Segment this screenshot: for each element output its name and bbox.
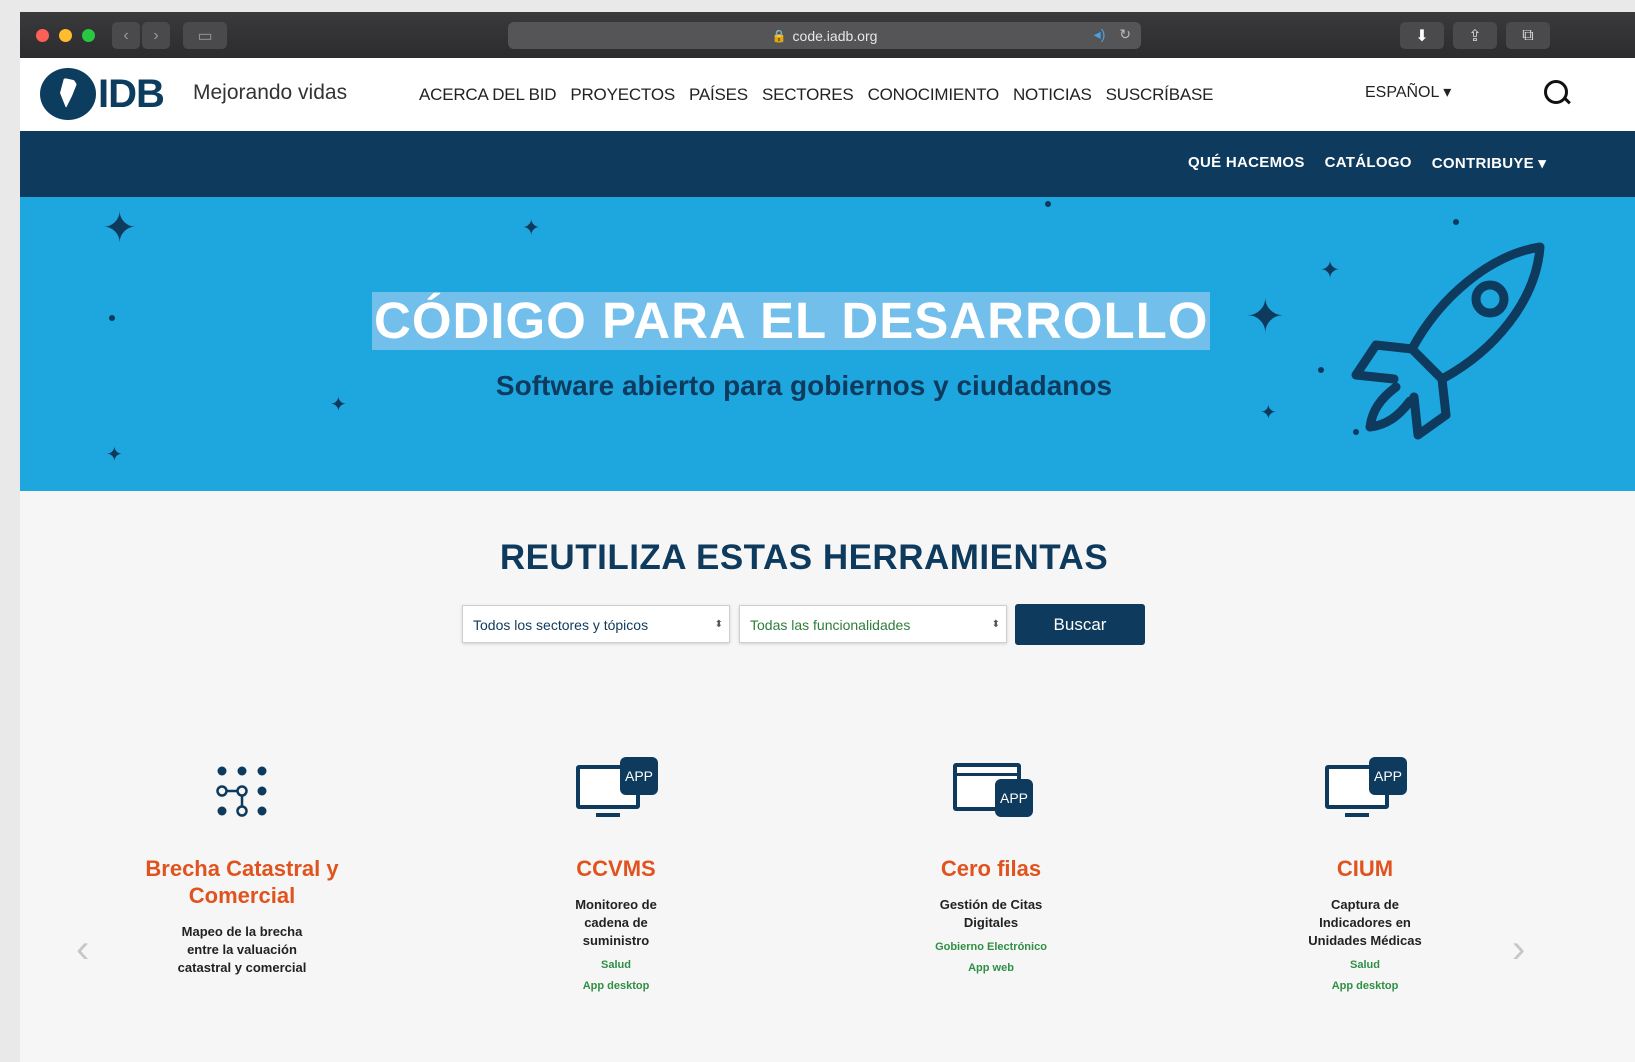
reload-icon[interactable]: ↻ [1119,26,1131,42]
sector-select[interactable]: Todos los sectores y tópicos ⬍ [462,605,730,643]
card-description: Mapeo de la brecha entre la valuación ca… [177,924,307,975]
nav-sectores[interactable]: SECTORES [762,85,854,105]
function-select[interactable]: Todas las funcionalidades ⬍ [739,605,1007,643]
star-dot-icon [109,315,115,321]
main-nav: ACERCA DEL BID PROYECTOS PAÍSES SECTORES… [419,85,1213,105]
subnav-contribuye[interactable]: CONTRIBUYE ▾ [1432,154,1546,172]
downloads-button[interactable]: ⬇ [1400,22,1444,49]
tool-card[interactable]: APP Cero filas Gestión de Citas Digitale… [871,757,1111,974]
sparkle-icon: ✦ [1320,257,1341,284]
back-button[interactable]: ‹ [112,22,140,49]
sector-select-value: Todos los sectores y tópicos [473,617,649,633]
updown-arrows-icon: ⬍ [991,619,1000,630]
app-badge: APP [620,757,658,795]
minimize-window-button[interactable] [59,29,72,42]
web-app-icon: APP [871,757,1111,827]
chevron-right-icon: › [153,26,159,44]
card-description: Gestión de Citas Digitales [939,897,1043,930]
browser-titlebar: ‹ › ▭ 🔒 code.iadb.org ◂) ↻ ⬇ ⇪ ⧉ [20,12,1635,58]
secondary-nav: QUÉ HACEMOS CATÁLOGO CONTRIBUYE ▾ [20,131,1635,197]
url-text: code.iadb.org [792,27,878,44]
desktop-app-icon: APP [496,757,736,827]
sparkle-icon: ✦ [522,215,541,240]
card-type-tag[interactable]: App desktop [1245,980,1485,992]
nav-paises[interactable]: PAÍSES [689,85,748,105]
share-icon: ⇪ [1468,27,1482,45]
browser-window: ‹ › ▭ 🔒 code.iadb.org ◂) ↻ ⬇ ⇪ ⧉ IDB Mej… [20,12,1635,1062]
subnav-que-hacemos[interactable]: QUÉ HACEMOS [1188,154,1305,172]
card-type-tag[interactable]: App web [871,962,1111,974]
app-badge: APP [1369,757,1407,795]
function-select-value: Todas las funcionalidades [750,617,911,633]
section-title: REUTILIZA ESTAS HERRAMIENTAS [499,538,1109,577]
sidebar-icon: ▭ [197,27,213,45]
sparkle-icon: ✦ [1246,290,1285,342]
tabs-overview-button[interactable]: ⧉ [1506,22,1550,49]
rocket-icon [1351,242,1545,440]
hero-banner: ✦ ✦ ✦ ✦ ✦ ✦ ✦ CÓDIGO PARA EL DESARROLLO … [20,197,1635,491]
nav-proyectos[interactable]: PROYECTOS [570,85,675,105]
sidebar-toggle-button[interactable]: ▭ [183,22,227,49]
close-window-button[interactable] [36,29,49,42]
card-description: Captura de Indicadores en Unidades Médic… [1308,897,1422,948]
search-icon[interactable] [1544,80,1568,104]
tagline: Mejorando vidas [193,81,348,104]
sparkle-icon: ✦ [102,204,138,251]
nav-conocimiento[interactable]: CONOCIMIENTO [868,85,1000,105]
app-badge: APP [995,779,1033,817]
search-button[interactable]: Buscar [1015,604,1145,645]
download-icon: ⬇ [1415,27,1429,45]
site-header: IDB Mejorando vidas ACERCA DEL BID PROYE… [20,58,1635,131]
card-type-tag[interactable]: App desktop [496,980,736,992]
tabs-icon: ⧉ [1522,26,1534,44]
updown-arrows-icon: ⬍ [714,619,723,630]
address-bar[interactable]: 🔒 code.iadb.org ◂) ↻ [508,22,1141,49]
tool-card[interactable]: Brecha Catastral y Comercial Mapeo de la… [122,757,362,977]
logo-text: IDB [98,71,165,116]
share-button[interactable]: ⇪ [1453,22,1497,49]
star-dot-icon [1453,219,1459,225]
subnav-catalogo[interactable]: CATÁLOGO [1325,154,1412,172]
card-sector-tag[interactable]: Salud [496,959,736,971]
maximize-window-button[interactable] [82,29,95,42]
card-sector-tag[interactable]: Gobierno Electrónico [871,941,1111,953]
star-dot-icon [1045,201,1051,207]
language-selector[interactable]: ESPAÑOL ▾ [1365,82,1451,102]
card-title[interactable]: Cero filas [871,855,1111,882]
tool-card[interactable]: APP CIUM Captura de Indicadores en Unida… [1245,757,1485,992]
globe-logo-icon [40,68,96,120]
tool-card[interactable]: APP CCVMS Monitoreo de cadena de suminis… [496,757,736,992]
card-title[interactable]: CIUM [1245,855,1485,882]
nav-noticias[interactable]: NOTICIAS [1013,85,1092,105]
carousel-prev-button[interactable]: ‹ [76,927,89,972]
hero-title: CÓDIGO PARA EL DESARROLLO [372,292,1211,350]
desktop-app-icon: APP [1245,757,1485,827]
lock-icon: 🔒 [771,28,787,43]
card-title[interactable]: CCVMS [496,855,736,882]
carousel-next-button[interactable]: › [1512,927,1525,972]
card-title[interactable]: Brecha Catastral y Comercial [122,855,362,909]
chevron-left-icon: ‹ [123,26,129,44]
sparkle-icon: ✦ [1260,402,1277,424]
card-description: Monitoreo de cadena de suministro [575,897,657,948]
sparkle-icon: ✦ [106,444,123,466]
nav-suscribase[interactable]: SUSCRÍBASE [1106,85,1214,105]
idb-logo[interactable]: IDB [40,68,165,120]
speaker-icon[interactable]: ◂) [1094,26,1106,42]
card-sector-tag[interactable]: Salud [1245,959,1485,971]
network-icon [122,757,362,827]
nav-acerca[interactable]: ACERCA DEL BID [419,85,557,105]
url-actions: ◂) ↻ [1094,26,1131,43]
forward-button[interactable]: › [142,22,170,49]
